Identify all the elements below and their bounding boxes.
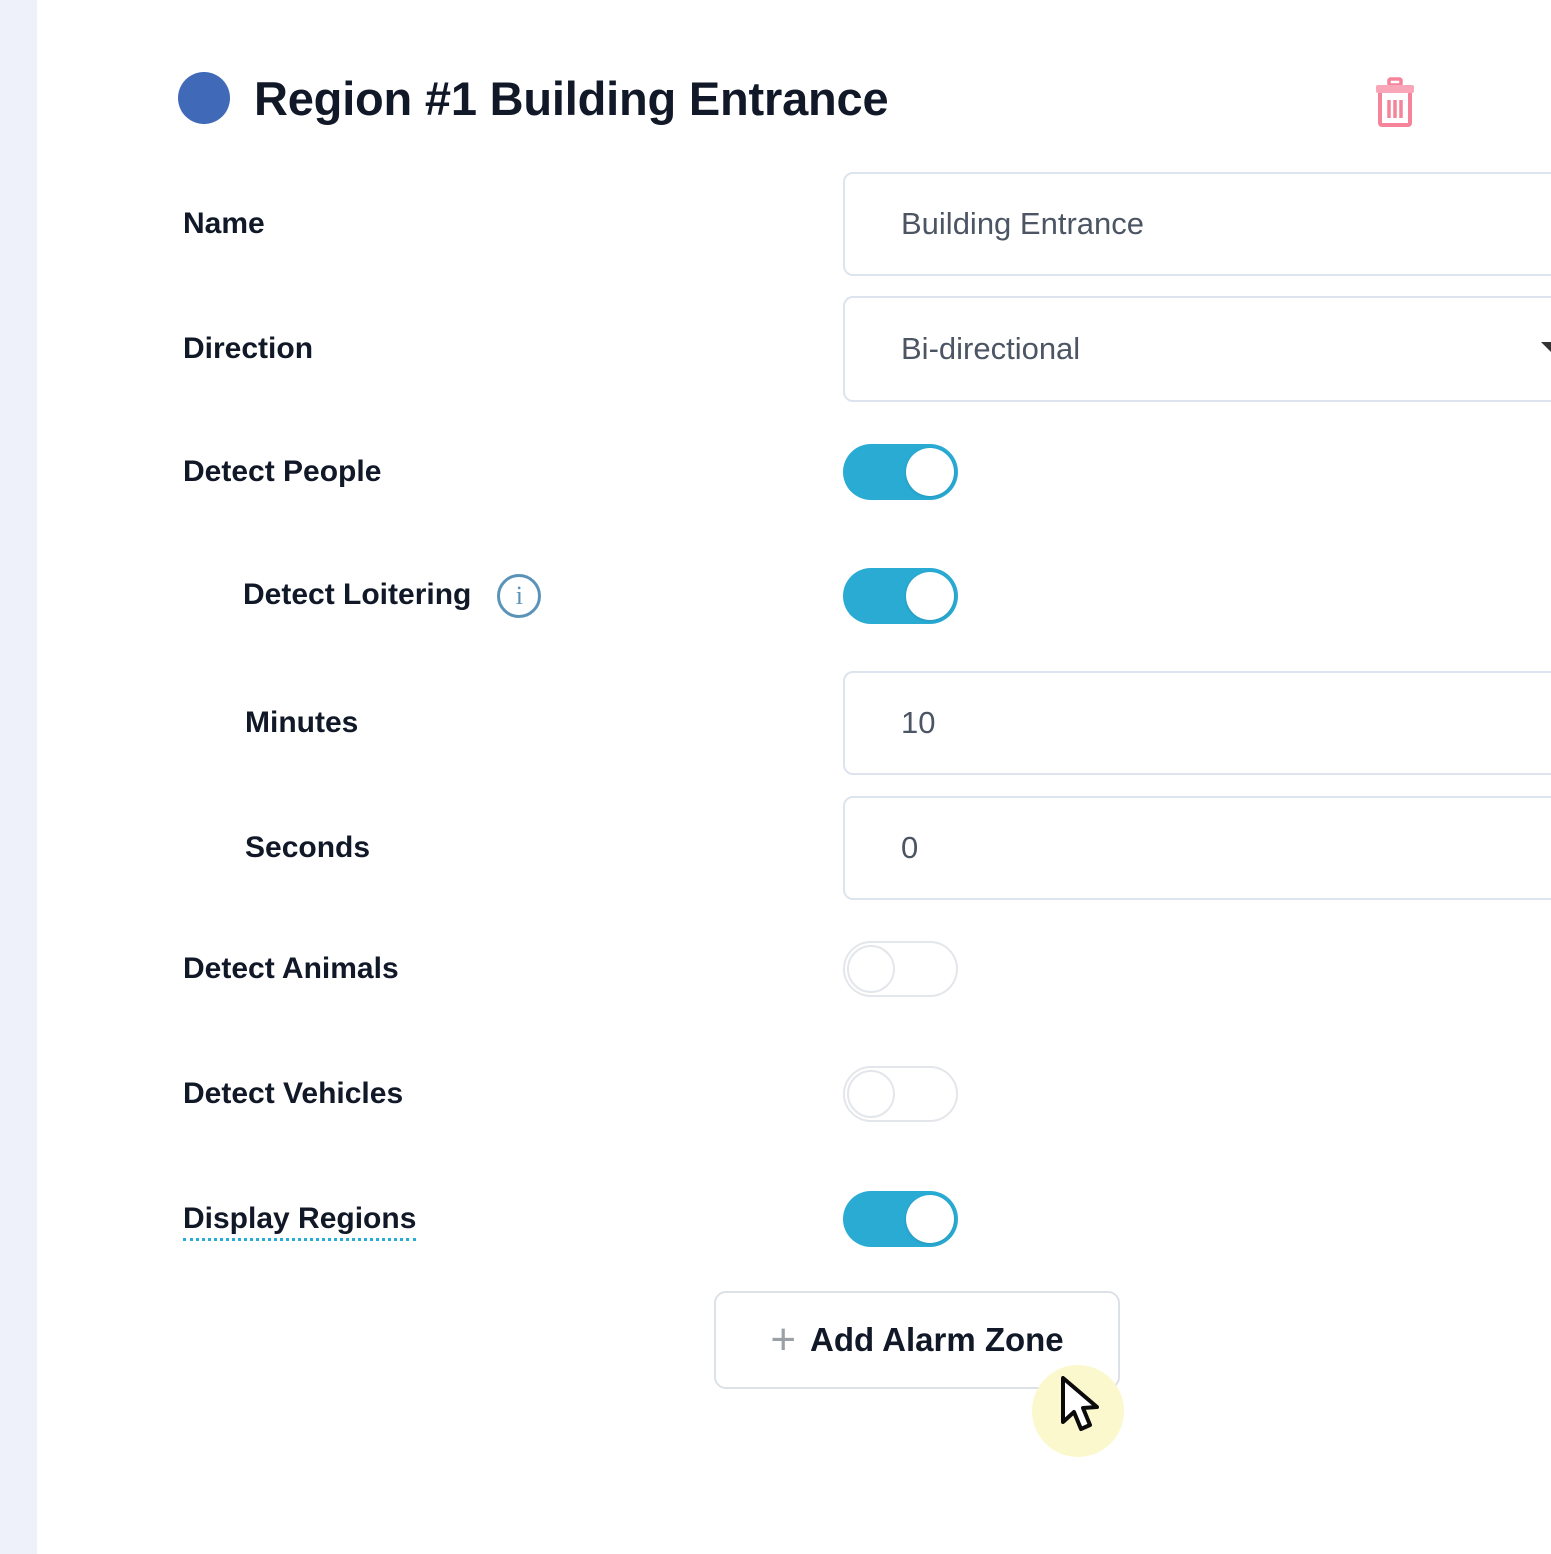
row-display-regions: Display Regions <box>183 1191 1453 1247</box>
toggle-knob <box>906 448 954 496</box>
detect-loitering-label: Detect Loitering i <box>243 574 542 618</box>
info-icon[interactable]: i <box>497 574 542 618</box>
display-regions-label: Display Regions <box>183 1202 417 1241</box>
detect-animals-toggle[interactable] <box>843 941 958 997</box>
detect-people-label: Detect People <box>183 455 382 488</box>
add-alarm-zone-button[interactable]: + Add Alarm Zone <box>714 1291 1120 1389</box>
display-regions-label-text: Display Regions <box>183 1202 417 1241</box>
region-settings-panel: Region #1 Building Entrance Name Buildin… <box>37 0 1551 1554</box>
detect-vehicles-label: Detect Vehicles <box>183 1077 404 1110</box>
plus-icon: + <box>770 1315 797 1364</box>
row-detect-people: Detect People <box>183 444 1453 500</box>
row-seconds: Seconds 0 <box>183 796 1551 900</box>
minutes-label: Minutes <box>245 706 359 739</box>
delete-region-button[interactable] <box>1372 77 1418 127</box>
display-regions-toggle[interactable] <box>843 1191 958 1247</box>
direction-select[interactable]: Bi-directional <box>843 296 1551 402</box>
row-minutes: Minutes 10 <box>183 671 1551 775</box>
row-detect-animals: Detect Animals <box>183 941 1453 997</box>
left-gutter-strip <box>0 0 37 1554</box>
toggle-knob <box>847 1070 895 1118</box>
seconds-label: Seconds <box>245 831 371 864</box>
name-input[interactable]: Building Entrance <box>843 172 1551 276</box>
toggle-knob <box>906 572 954 620</box>
detect-loitering-toggle[interactable] <box>843 568 958 624</box>
panel-header: Region #1 Building Entrance <box>178 55 1418 141</box>
row-detect-vehicles: Detect Vehicles <box>183 1066 1453 1122</box>
detect-animals-label: Detect Animals <box>183 952 399 985</box>
detect-loitering-label-text: Detect Loitering <box>243 578 472 611</box>
row-detect-loitering: Detect Loitering i <box>183 568 1453 624</box>
seconds-input[interactable]: 0 <box>843 796 1551 900</box>
minutes-input[interactable]: 10 <box>843 671 1551 775</box>
toggle-knob <box>906 1195 954 1243</box>
name-label: Name <box>183 207 265 240</box>
detect-people-toggle[interactable] <box>843 444 958 500</box>
add-alarm-zone-label: Add Alarm Zone <box>810 1321 1064 1358</box>
trash-icon <box>1376 77 1414 127</box>
region-color-dot <box>178 72 230 124</box>
row-name: Name Building Entrance <box>183 172 1551 276</box>
detect-vehicles-toggle[interactable] <box>843 1066 958 1122</box>
page-title: Region #1 Building Entrance <box>254 71 889 125</box>
row-direction: Direction Bi-directional <box>183 296 1551 402</box>
chevron-down-icon <box>1541 342 1551 356</box>
direction-selected-value: Bi-directional <box>901 331 1081 366</box>
direction-label: Direction <box>183 332 314 365</box>
toggle-knob <box>847 945 895 993</box>
